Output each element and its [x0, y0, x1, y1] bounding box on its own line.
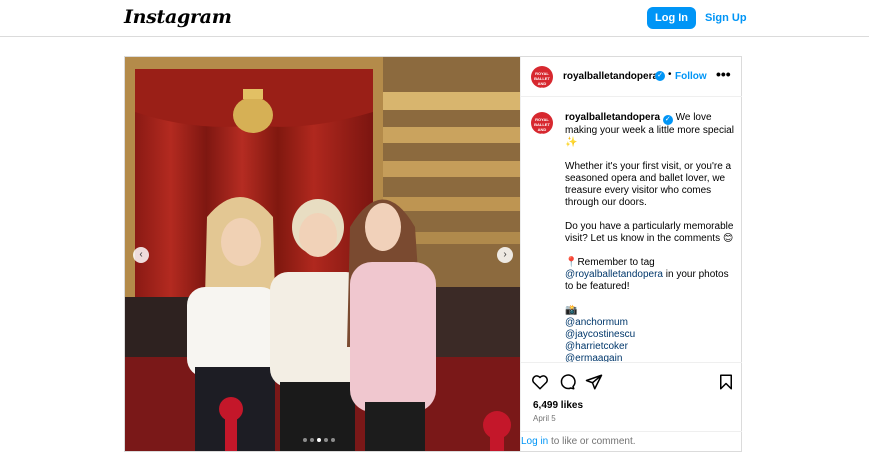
credits-list: 📸 @anchormum @jaycostinescu @harrietcoke… [565, 305, 737, 362]
photo-illustration [125, 57, 520, 451]
caption: royalballetandopera ✓ We love making you… [565, 112, 737, 362]
heart-icon[interactable] [531, 373, 549, 391]
login-prompt-text: to like or comment. [551, 436, 636, 447]
post-actions: 6,499 likes April 5 Log in to like or co… [521, 362, 742, 451]
carousel-indicator [303, 438, 335, 442]
instagram-logo[interactable]: Instagram [124, 6, 232, 28]
credit-link[interactable]: @harrietcoker [565, 341, 737, 353]
camera-emoji: 📸 [565, 305, 578, 316]
follow-button[interactable]: Follow [675, 71, 707, 82]
login-button[interactable]: Log In [647, 7, 696, 29]
carousel-dot-active [317, 438, 321, 442]
more-options-button[interactable]: ••• [716, 66, 731, 82]
carousel-prev-button[interactable]: ‹ [133, 247, 149, 263]
post-header: ROYAL BALLET AND OPERA royalballetandope… [521, 57, 742, 97]
caption-paragraph-4: 📍Remember to tag @royalballetandopera in… [565, 257, 737, 293]
caption-avatar[interactable]: ROYAL BALLET AND OPERA [531, 112, 553, 134]
login-prompt: Log in to like or comment. [521, 431, 742, 452]
top-bar: Instagram Log In Sign Up [0, 0, 869, 37]
credit-link[interactable]: @anchormum [565, 317, 737, 329]
caption-text-2: Whether it's your first visit, or you're… [565, 161, 732, 208]
login-link[interactable]: Log in [521, 436, 548, 447]
avatar[interactable]: ROYAL BALLET AND OPERA [531, 66, 553, 88]
separator-dot: • [668, 69, 672, 80]
like-count[interactable]: 6,499 likes [533, 400, 583, 411]
carousel-dot [331, 438, 335, 442]
author-username[interactable]: royalballetandopera [563, 71, 658, 82]
credit-link[interactable]: @ermaagain [565, 353, 737, 362]
verified-icon: ✓ [655, 71, 665, 81]
caption-verified-icon: ✓ [662, 115, 673, 125]
carousel-dot [324, 438, 328, 442]
post-date: April 5 [533, 414, 556, 423]
post-sidebar: ROYAL BALLET AND OPERA royalballetandope… [520, 57, 742, 451]
caption-scroll-area[interactable]: ROYAL BALLET AND OPERA royalballetandope… [521, 98, 742, 362]
bookmark-icon[interactable] [717, 373, 735, 391]
caption-username[interactable]: royalballetandopera [565, 112, 660, 123]
credit-link[interactable]: @jaycostinescu [565, 329, 737, 341]
carousel-dot [310, 438, 314, 442]
post-photo[interactable]: ‹ › [125, 57, 520, 451]
share-icon[interactable] [585, 373, 603, 391]
signup-link[interactable]: Sign Up [705, 7, 747, 29]
caption-text-4-prefix: 📍Remember to tag [565, 257, 655, 268]
mention-link[interactable]: @royalballetandopera [565, 269, 663, 280]
post-card: ‹ › ROYAL BALLET AND OPERA royalballetan… [124, 56, 742, 452]
caption-first-paragraph: royalballetandopera ✓ We love making you… [565, 112, 737, 149]
carousel-dot [303, 438, 307, 442]
comment-icon[interactable] [558, 373, 576, 391]
carousel-next-button[interactable]: › [497, 247, 513, 263]
caption-text-3: Do you have a particularly memorable vis… [565, 221, 734, 244]
